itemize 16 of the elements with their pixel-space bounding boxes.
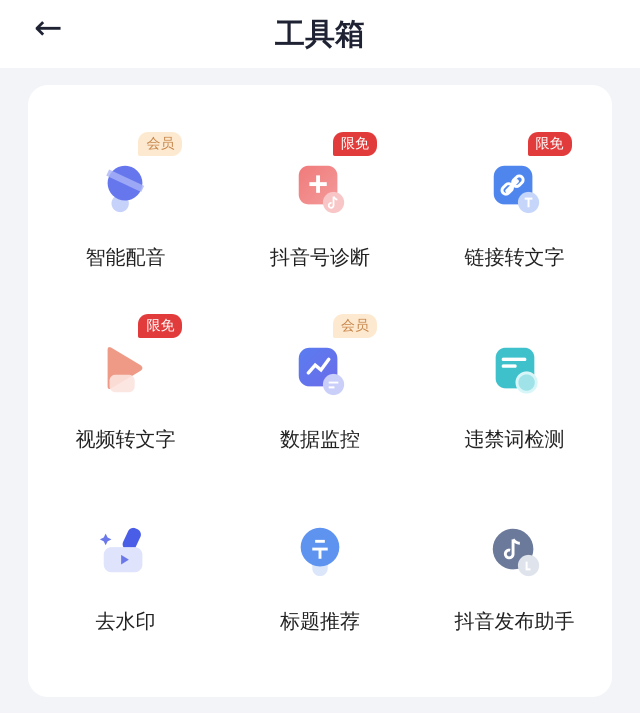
tag-label: 会员 [138,132,182,156]
tag-label: 限免 [528,132,572,156]
back-button[interactable]: ← [34,8,62,48]
tag-label: 限免 [332,132,377,156]
tool-label[interactable]: 抖音号诊断 [270,244,370,271]
tag-label: 会员 [332,314,377,338]
tool-label[interactable]: 抖音发布助手 [454,608,575,635]
tool-label[interactable]: 智能配音 [85,244,166,271]
tool-label[interactable]: 数据监控 [280,426,360,453]
tool-label[interactable]: 去水印 [95,608,156,635]
tag-label: 限免 [138,314,182,338]
tool-label[interactable]: 违禁词检测 [464,426,565,453]
tool-label[interactable]: 标题推荐 [280,608,360,635]
page-title: 工具箱 [275,16,365,54]
tool-label[interactable]: 链接转文字 [464,244,565,271]
tool-label[interactable]: 视频转文字 [75,426,176,453]
